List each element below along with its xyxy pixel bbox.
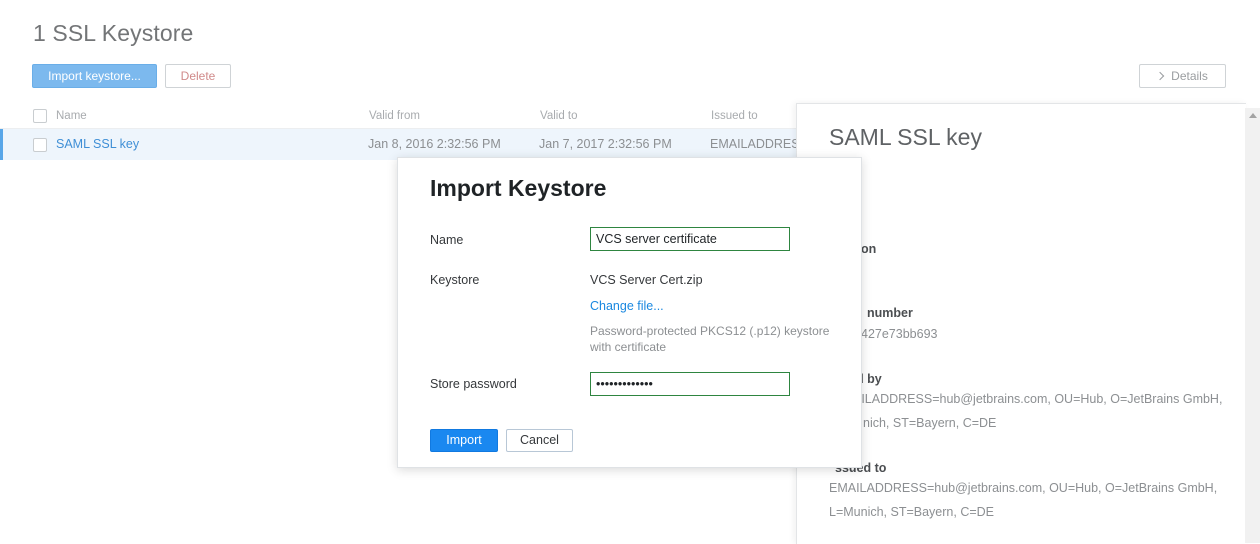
select-all-checkbox[interactable] bbox=[33, 109, 47, 123]
column-header-name[interactable]: Name bbox=[56, 110, 87, 122]
row-checkbox[interactable] bbox=[33, 138, 47, 152]
change-file-link[interactable]: Change file... bbox=[590, 299, 664, 313]
row-issued-to: EMAILADDRESS bbox=[710, 137, 796, 151]
details-label-partial: on bbox=[861, 242, 877, 256]
keystore-label: Keystore bbox=[430, 273, 480, 287]
column-header-valid-from[interactable]: Valid from bbox=[369, 110, 420, 122]
row-name[interactable]: SAML SSL key bbox=[56, 137, 139, 151]
page-title: 1 SSL Keystore bbox=[33, 20, 194, 46]
cancel-button[interactable]: Cancel bbox=[506, 429, 573, 452]
store-password-label: Store password bbox=[430, 377, 517, 391]
details-label: Details bbox=[1171, 69, 1208, 83]
import-button[interactable]: Import bbox=[430, 429, 498, 452]
details-button[interactable]: Details bbox=[1139, 64, 1226, 88]
chevron-right-icon bbox=[1155, 71, 1165, 81]
issued-to-value-line2: L=Munich, ST=Bayern, C=DE bbox=[829, 505, 995, 519]
scroll-up-icon[interactable] bbox=[1249, 113, 1257, 118]
column-header-issued-to[interactable]: Issued to bbox=[711, 110, 758, 122]
issued-by-value: AILADDRESS=hub@jetbrains.com, OU=Hub, O=… bbox=[853, 392, 1223, 406]
dialog-title: Import Keystore bbox=[430, 175, 607, 201]
issued-by-value-line2: nich, ST=Bayern, C=DE bbox=[863, 416, 997, 430]
keystore-hint: Password-protected PKCS12 (.p12) keystor… bbox=[590, 324, 830, 354]
import-keystore-button[interactable]: Import keystore... bbox=[32, 64, 157, 88]
name-input[interactable] bbox=[590, 227, 790, 251]
column-header-valid-to[interactable]: Valid to bbox=[540, 110, 578, 122]
row-valid-from: Jan 8, 2016 2:32:56 PM bbox=[368, 137, 501, 151]
details-title: SAML SSL key bbox=[829, 124, 982, 150]
delete-button[interactable]: Delete bbox=[165, 64, 231, 88]
serial-number-label: number bbox=[867, 306, 913, 320]
issued-to-value: EMAILADDRESS=hub@jetbrains.com, OU=Hub, … bbox=[829, 481, 1218, 495]
store-password-input[interactable]: ••••••••••••• bbox=[590, 372, 790, 396]
name-label: Name bbox=[430, 233, 464, 247]
keystore-file-name: VCS Server Cert.zip bbox=[590, 273, 703, 287]
serial-number-value: 427e73bb693 bbox=[861, 327, 938, 341]
row-valid-to: Jan 7, 2017 2:32:56 PM bbox=[539, 137, 672, 151]
